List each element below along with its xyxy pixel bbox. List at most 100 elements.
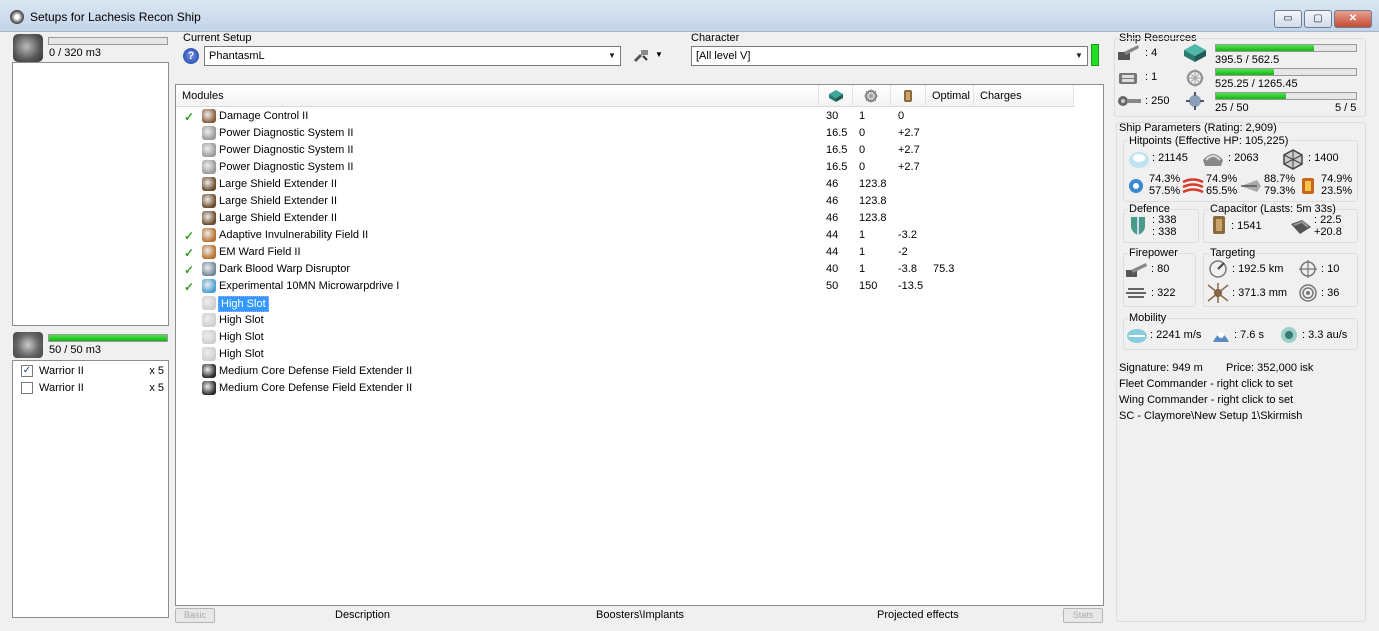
character-dropdown[interactable]: [All level V] ▼	[691, 46, 1088, 66]
turret-hardpoint-icon	[1118, 45, 1139, 60]
rig-slots-text: 5 / 5	[1335, 102, 1357, 114]
module-row[interactable]: ✓ Experimental 10MN Microwarpdrive I 50 150…	[176, 278, 1103, 295]
dps-icon	[1126, 263, 1147, 277]
calibration-text: 25 / 50	[1215, 102, 1249, 114]
em-resistance-icon	[1129, 179, 1143, 193]
module-row[interactable]: ✓ EM Ward Field II 44 1 -2	[176, 244, 1103, 261]
ship-parameters-label: Ship Parameters (Rating: 2,909)	[1119, 122, 1277, 134]
close-button[interactable]: ✕	[1334, 10, 1372, 28]
column-header-powergrid[interactable]	[853, 85, 891, 107]
drone-name: Warrior II	[39, 382, 84, 394]
character-dropdown-value: [All level V]	[696, 50, 751, 62]
volley-icon	[1126, 288, 1146, 298]
module-row[interactable]: High Slot	[176, 346, 1103, 363]
module-name: Damage Control II	[219, 110, 309, 122]
module-online-check[interactable]: ✓	[184, 263, 194, 277]
module-cpu: 46	[826, 178, 839, 190]
max-targets: : 10	[1321, 263, 1340, 275]
fleet-commander[interactable]: Fleet Commander - right click to set	[1119, 378, 1293, 390]
setup-dropdown[interactable]: PhantasmL ▼	[204, 46, 621, 66]
module-row[interactable]: ✓ Adaptive Invulnerability Field II 44 1 -3.…	[176, 227, 1103, 244]
module-cpu: 16.5	[826, 161, 848, 173]
module-powergrid: 123.8	[859, 195, 887, 207]
module-list[interactable]: Modules Optimal Charges ✓ Damage Control …	[175, 84, 1104, 606]
module-row[interactable]: Power Diagnostic System II 16.5 0 +2.7	[176, 159, 1103, 176]
module-online-check[interactable]: ✓	[184, 229, 194, 243]
module-row[interactable]: Power Diagnostic System II 16.5 0 +2.7	[176, 142, 1103, 159]
stats-button[interactable]: Stats	[1063, 608, 1103, 623]
mobility-label: Mobility	[1128, 312, 1168, 324]
shield-extender-icon	[202, 194, 216, 208]
minimize-button[interactable]: ▭	[1274, 10, 1302, 28]
drone-active-checkbox[interactable]: ✓	[21, 365, 33, 377]
column-header-optimal[interactable]: Optimal	[926, 85, 974, 107]
setup-tools-dropdown-arrow[interactable]: ▼	[655, 50, 663, 59]
power-diagnostic-icon	[202, 160, 216, 174]
module-cpu: 46	[826, 195, 839, 207]
align-time: : 7.6 s	[1234, 329, 1264, 341]
app-icon	[10, 10, 24, 24]
module-capacitor: +2.7	[898, 161, 920, 173]
drone-bandwidth-icon	[1118, 96, 1141, 106]
cpu-usage-text: 395.5 / 562.5	[1215, 54, 1280, 66]
drone-item[interactable]: ✓ Warrior II x 5	[19, 363, 164, 379]
module-row[interactable]: High Slot	[176, 295, 1103, 312]
drone-bandwidth: : 250	[1145, 95, 1170, 107]
launcher-slots-value: 1	[1151, 71, 1158, 83]
column-header-capacitor[interactable]	[891, 85, 926, 107]
module-row[interactable]: ✓ Dark Blood Warp Disruptor 40 1 -3.8 75.3	[176, 261, 1103, 278]
module-name: Large Shield Extender II	[219, 212, 338, 224]
module-row[interactable]: Large Shield Extender II 46 123.8	[176, 176, 1103, 193]
explosive-resistance-icon	[1302, 178, 1314, 194]
module-online-check[interactable]: ✓	[184, 280, 194, 294]
power-diagnostic-icon	[202, 143, 216, 157]
module-row[interactable]: High Slot	[176, 329, 1103, 346]
setup-tools-icon[interactable]	[633, 49, 649, 63]
module-row[interactable]: Large Shield Extender II 46 123.8	[176, 210, 1103, 227]
firepower-dps: : 80	[1151, 263, 1170, 275]
defence-icon	[1131, 217, 1145, 235]
kinetic-resistance-icon	[1241, 180, 1261, 192]
column-header-charges[interactable]: Charges	[974, 85, 1074, 107]
title-bar	[0, 0, 1379, 32]
align-time-value: 7.6 s	[1240, 329, 1264, 341]
drone-active-checkbox[interactable]	[21, 382, 33, 394]
module-name: Medium Core Defense Field Extender II	[219, 365, 413, 377]
module-row[interactable]: Large Shield Extender II 46 123.8	[176, 193, 1103, 210]
module-row[interactable]: Medium Core Defense Field Extender II	[176, 380, 1103, 397]
chevron-down-icon: ▼	[608, 51, 616, 60]
tab-description[interactable]: Description	[335, 609, 390, 621]
drone-list[interactable]: ✓ Warrior II x 5 Warrior II x 5	[12, 360, 169, 618]
module-capacitor: -3.8	[898, 263, 917, 275]
defence-value-2: : 338	[1152, 226, 1177, 238]
module-row[interactable]: Medium Core Defense Field Extender II	[176, 363, 1103, 380]
capacitor-recharge-value: 22.5	[1320, 214, 1342, 226]
squad-commander[interactable]: SC - Claymore\New Setup 1\Skirmish	[1119, 410, 1302, 422]
module-online-check[interactable]: ✓	[184, 110, 194, 124]
module-capacitor: +2.7	[898, 144, 920, 156]
cargo-list[interactable]	[12, 62, 169, 326]
basic-button[interactable]: Basic	[175, 608, 215, 623]
column-header-modules[interactable]: Modules	[176, 85, 819, 107]
module-powergrid: 1	[859, 263, 866, 275]
calibration-bar	[1215, 92, 1357, 100]
hitpoints-label: Hitpoints (Effective HP: 105,225)	[1128, 135, 1290, 147]
drone-item[interactable]: Warrior II x 5	[19, 380, 164, 396]
wing-commander[interactable]: Wing Commander - right click to set	[1119, 394, 1293, 406]
damage-control-icon	[202, 109, 216, 123]
structure-hp: : 1400	[1308, 152, 1339, 164]
module-powergrid: 1	[859, 246, 866, 258]
module-row[interactable]: Power Diagnostic System II 16.5 0 +2.7	[176, 125, 1103, 142]
scan-resolution-icon	[1207, 283, 1229, 303]
module-row[interactable]: ✓ Damage Control II 30 1 0	[176, 108, 1103, 125]
cpu-usage-bar	[1215, 44, 1357, 52]
module-row[interactable]: High Slot	[176, 312, 1103, 329]
tab-projected-effects[interactable]: Projected effects	[877, 609, 959, 621]
help-icon[interactable]: ?	[183, 48, 199, 64]
tab-boosters-implants[interactable]: Boosters\Implants	[596, 609, 684, 621]
shield-extender-icon	[202, 177, 216, 191]
kinetic-resist-armor: 79.3%	[1264, 185, 1296, 197]
column-header-cpu[interactable]	[819, 85, 853, 107]
maximize-button[interactable]: ▢	[1304, 10, 1332, 28]
module-online-check[interactable]: ✓	[184, 246, 194, 260]
